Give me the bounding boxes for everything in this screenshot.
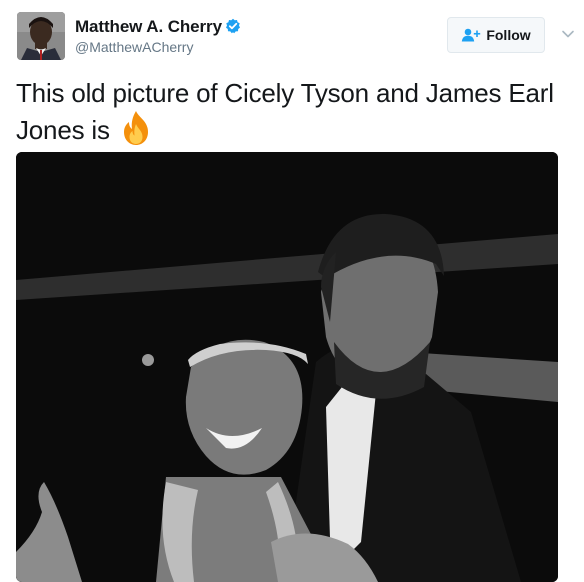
user-info: Matthew A. Cherry @MatthewACherry [75,17,241,55]
tweet-text-content: This old picture of Cicely Tyson and Jam… [16,78,554,145]
follow-label: Follow [486,27,531,43]
tweet-photo[interactable] [16,152,558,582]
tweet-text: This old picture of Cicely Tyson and Jam… [16,76,566,147]
chevron-down-icon[interactable] [560,27,576,41]
display-name[interactable]: Matthew A. Cherry [75,17,222,37]
verified-badge-icon [225,18,240,33]
fire-icon [123,111,148,145]
tweet-card: Matthew A. Cherry @MatthewACherry Follow… [0,0,584,582]
photo-image [16,152,558,582]
add-user-icon [462,28,481,42]
avatar-image [17,12,65,60]
follow-button[interactable]: Follow [447,17,545,53]
user-handle[interactable]: @MatthewACherry [75,39,241,55]
avatar[interactable] [17,12,65,60]
